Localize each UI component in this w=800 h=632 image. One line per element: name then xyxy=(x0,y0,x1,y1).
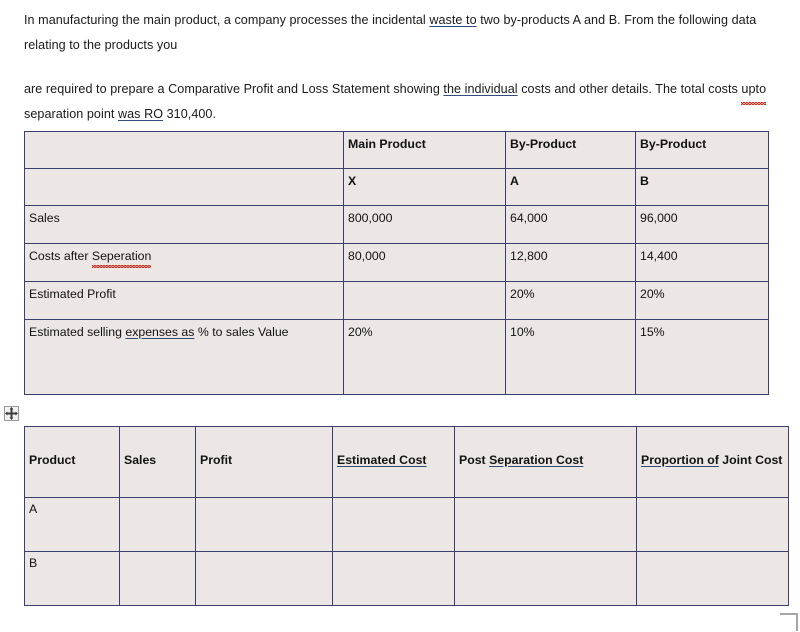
table-two-row-a-estimated-cost[interactable] xyxy=(332,497,455,552)
paragraph-2-segment-4: 310,400. xyxy=(163,107,217,121)
table-two-row-b-product[interactable]: B xyxy=(24,551,120,606)
table-one-costs-b[interactable]: 14,400 xyxy=(635,243,769,282)
paragraph-2-segment-2: costs and other details. The total costs xyxy=(517,82,742,96)
table-two-row-a-proportion-joint-cost[interactable] xyxy=(636,497,789,552)
table-one-estimated-profit-a[interactable]: 20% xyxy=(505,281,636,320)
proportion-underlined: Proportion of xyxy=(641,453,719,467)
table-two-header-estimated-cost[interactable]: Estimated Cost xyxy=(332,426,455,498)
paragraph-2-segment-3: separation point xyxy=(24,107,118,121)
table-one-estimated-profit-x[interactable] xyxy=(343,281,506,320)
table-two-header-row: Product Sales Profit Estimated Cost Post… xyxy=(24,426,789,498)
table-move-handle-icon[interactable] xyxy=(4,406,19,421)
table-one-header-by-product-b[interactable]: By-Product xyxy=(635,131,769,169)
table-one-subheader-b[interactable]: B xyxy=(635,168,769,206)
table-one-costs-a[interactable]: 12,800 xyxy=(505,243,636,282)
table-two-row-b-post-separation-cost[interactable] xyxy=(454,551,637,606)
selling-expenses-segment-2: % to sales Value xyxy=(194,325,289,339)
paragraph-2-misspelled-word: upto xyxy=(741,77,766,105)
table-two-row-b-sales[interactable] xyxy=(119,551,196,606)
table-one-row-label-sales[interactable]: Sales xyxy=(24,205,344,244)
table-two-row-b-estimated-cost[interactable] xyxy=(332,551,455,606)
table-resize-handle-icon[interactable] xyxy=(780,613,798,631)
intro-paragraph-1: In manufacturing the main product, a com… xyxy=(24,8,776,58)
table-two-header-proportion-joint-cost[interactable]: Proportion of Joint Cost xyxy=(636,426,789,498)
table-row: Estimated selling expenses as % to sales… xyxy=(24,319,769,395)
table-two-header-product[interactable]: Product xyxy=(24,426,120,498)
proportion-rest: Joint Cost xyxy=(718,453,783,467)
table-one-selling-expenses-b[interactable]: 15% xyxy=(635,319,769,395)
paragraph-2-underlined-phrase-2: was RO xyxy=(117,107,164,121)
comparative-data-table[interactable]: Main Product By-Product By-Product X A B… xyxy=(24,131,769,395)
table-two-header-post-separation-cost[interactable]: Post Separation Cost xyxy=(454,426,637,498)
table-one-sales-a[interactable]: 64,000 xyxy=(505,205,636,244)
table-two-row-a-profit[interactable] xyxy=(195,497,333,552)
table-row: B xyxy=(24,551,789,606)
post-separation-underlined: Separation Cost xyxy=(489,453,584,467)
table-one-subheader-x[interactable]: X xyxy=(343,168,506,206)
solution-worksheet-table[interactable]: Product Sales Profit Estimated Cost Post… xyxy=(24,426,789,606)
table-one-header-main-product[interactable]: Main Product xyxy=(343,131,506,169)
table-two-row-b-profit[interactable] xyxy=(195,551,333,606)
table-one-costs-x[interactable]: 80,000 xyxy=(343,243,506,282)
paragraph-2-segment-1: are required to prepare a Comparative Pr… xyxy=(24,82,444,96)
table-one-selling-expenses-a[interactable]: 10% xyxy=(505,319,636,395)
paragraph-1-underlined-phrase: waste to xyxy=(429,13,477,27)
table-row: Estimated Profit 20% 20% xyxy=(24,281,769,320)
table-two-row-a-post-separation-cost[interactable] xyxy=(454,497,637,552)
table-one-header-row: Main Product By-Product By-Product xyxy=(24,131,769,169)
table-one-subheader-a[interactable]: A xyxy=(505,168,636,206)
table-row: Sales 800,000 64,000 96,000 xyxy=(24,205,769,244)
table-one-row-label-estimated-selling-expenses[interactable]: Estimated selling expenses as % to sales… xyxy=(24,319,344,395)
table-one-header-blank[interactable] xyxy=(24,131,344,169)
table-one-subheader-blank[interactable] xyxy=(24,168,344,206)
table-row: A xyxy=(24,497,789,552)
table-one-sales-x[interactable]: 800,000 xyxy=(343,205,506,244)
table-row: Costs after Seperation 80,000 12,800 14,… xyxy=(24,243,769,282)
table-one-header-by-product-a[interactable]: By-Product xyxy=(505,131,636,169)
table-one-row-label-estimated-profit[interactable]: Estimated Profit xyxy=(24,281,344,320)
costs-after-label-text: Costs after xyxy=(29,249,92,263)
table-one-subheader-row: X A B xyxy=(24,168,769,206)
paragraph-1-segment-1: In manufacturing the main product, a com… xyxy=(24,13,430,27)
costs-after-misspelled-word: Seperation xyxy=(91,249,152,268)
table-one-row-label-costs-after-separation[interactable]: Costs after Seperation xyxy=(24,243,344,282)
estimated-cost-underlined: Estimated Cost xyxy=(337,453,427,467)
selling-expenses-underlined: expenses as xyxy=(125,325,195,339)
table-two-header-profit[interactable]: Profit xyxy=(195,426,333,498)
intro-paragraph-2: are required to prepare a Comparative Pr… xyxy=(24,77,776,127)
document-body: In manufacturing the main product, a com… xyxy=(24,8,776,127)
table-one-selling-expenses-x[interactable]: 20% xyxy=(343,319,506,395)
table-one-estimated-profit-b[interactable]: 20% xyxy=(635,281,769,320)
post-separation-prefix: Post xyxy=(459,453,490,467)
paragraph-2-underlined-phrase-1: the individual xyxy=(443,82,518,96)
table-two-row-a-product[interactable]: A xyxy=(24,497,120,552)
table-two-row-b-proportion-joint-cost[interactable] xyxy=(636,551,789,606)
table-two-header-sales[interactable]: Sales xyxy=(119,426,196,498)
selling-expenses-segment-1: Estimated selling xyxy=(29,325,126,339)
table-one-sales-b[interactable]: 96,000 xyxy=(635,205,769,244)
table-two-row-a-sales[interactable] xyxy=(119,497,196,552)
